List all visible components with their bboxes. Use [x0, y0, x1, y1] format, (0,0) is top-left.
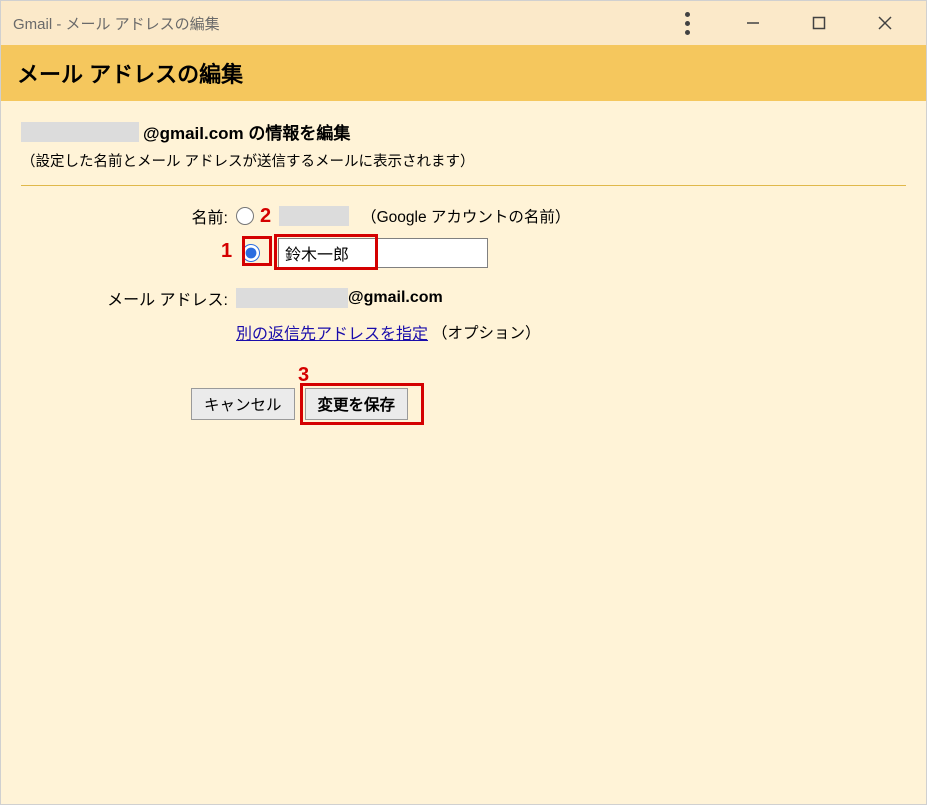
annotation-marker-3: 3 — [298, 364, 309, 387]
row-name-custom: 1 — [21, 238, 906, 268]
name-label: 名前: — [21, 204, 236, 228]
radio-custom-name-wrap — [236, 238, 488, 268]
redacted-email-local — [236, 288, 348, 308]
annotation-marker-2: 2 — [260, 205, 271, 228]
email-value: @gmail.com — [236, 288, 443, 308]
email-label: メール アドレス: — [21, 286, 236, 310]
save-button[interactable]: 変更を保存 — [305, 388, 409, 420]
page-header: メール アドレスの編集 — [1, 45, 926, 101]
window-titlebar: Gmail - メール アドレスの編集 — [1, 1, 926, 45]
section-title-suffix: @gmail.com の情報を編集 — [143, 119, 350, 144]
custom-name-input[interactable] — [278, 238, 488, 268]
annotation-marker-1: 1 — [221, 240, 232, 263]
redacted-username — [21, 122, 139, 142]
more-options-icon[interactable] — [654, 1, 720, 45]
google-account-note: （Google アカウントの名前） — [361, 205, 570, 227]
email-domain: @gmail.com — [348, 289, 443, 307]
button-row: キャンセル 3 変更を保存 — [191, 388, 906, 420]
row-email: メール アドレス: @gmail.com — [21, 286, 906, 310]
window-title: Gmail - メール アドレスの編集 — [13, 13, 654, 34]
section-title: @gmail.com の情報を編集 — [21, 119, 906, 144]
divider — [21, 185, 906, 186]
radio-google-name-wrap: 2 （Google アカウントの名前） — [236, 205, 570, 228]
minimize-button[interactable] — [720, 1, 786, 45]
page-title: メール アドレスの編集 — [17, 57, 910, 89]
radio-custom-name[interactable] — [242, 244, 260, 262]
close-button[interactable] — [852, 1, 918, 45]
maximize-button[interactable] — [786, 1, 852, 45]
reply-option-note: （オプション） — [432, 321, 541, 343]
radio-google-name[interactable] — [236, 207, 254, 225]
section-subtitle: （設定した名前とメール アドレスが送信するメールに表示されます） — [21, 150, 906, 171]
window-controls — [654, 1, 918, 45]
row-reply-link: 別の返信先アドレスを指定 （オプション） — [21, 320, 906, 344]
redacted-google-name — [279, 206, 349, 226]
app-window: Gmail - メール アドレスの編集 メール アドレスの編集 @gmail.c… — [0, 0, 927, 805]
row-name-google: 名前: 2 （Google アカウントの名前） — [21, 204, 906, 228]
content-panel: @gmail.com の情報を編集 （設定した名前とメール アドレスが送信するメ… — [1, 101, 926, 804]
cancel-button[interactable]: キャンセル — [191, 388, 295, 420]
edit-form: 名前: 2 （Google アカウントの名前） 1 — [21, 204, 906, 420]
reply-to-link[interactable]: 別の返信先アドレスを指定 — [236, 320, 428, 344]
